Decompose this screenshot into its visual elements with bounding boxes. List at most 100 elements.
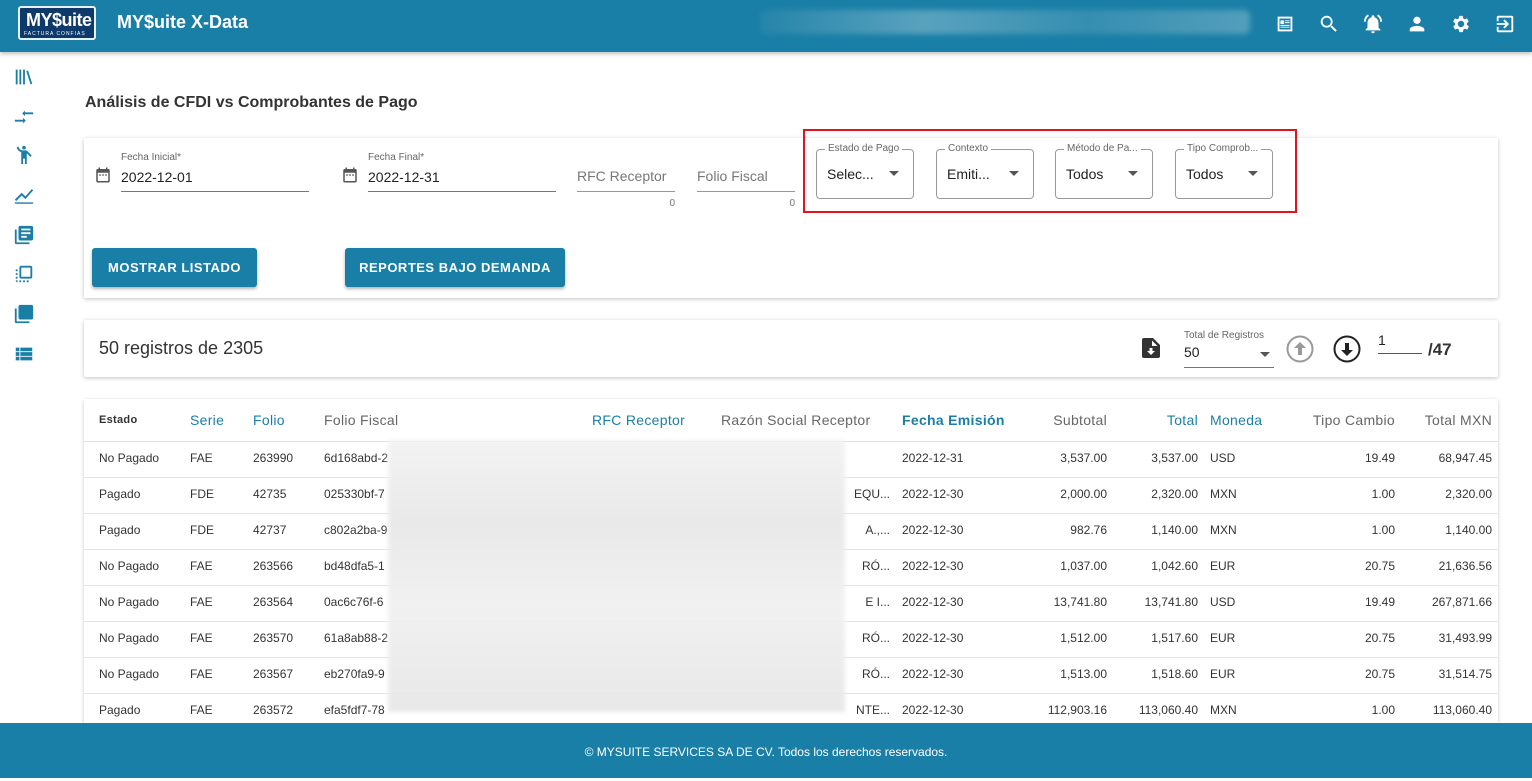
arrow-up-circle-icon[interactable] <box>1286 335 1314 363</box>
cell-fecha-emision: 2022-12-30 <box>896 585 1016 621</box>
col-subtotal[interactable]: Subtotal <box>1016 399 1113 441</box>
cell-estado: No Pagado <box>84 657 184 693</box>
cell-serie: FAE <box>184 441 247 477</box>
table-header-row: Estado Serie Folio Folio Fiscal RFC Rece… <box>84 399 1498 441</box>
fecha-inicial-label: Fecha Inicial* <box>121 152 309 163</box>
cell-fecha-emision: 2022-12-31 <box>896 441 1016 477</box>
cell-subtotal: 982.76 <box>1016 513 1113 549</box>
rfc-receptor-placeholder: RFC Receptor <box>577 168 666 184</box>
cell-total-mxn: 31,514.75 <box>1401 657 1498 693</box>
cell-total: 13,741.80 <box>1113 585 1204 621</box>
cell-fecha-emision: 2022-12-30 <box>896 657 1016 693</box>
col-moneda[interactable]: Moneda <box>1204 399 1288 441</box>
total-registros-label: Total de Registros <box>1184 330 1274 341</box>
col-folio-fiscal[interactable]: Folio Fiscal <box>318 399 586 441</box>
flip-to-front-icon[interactable] <box>13 263 35 285</box>
library-books-icon[interactable] <box>13 224 35 246</box>
person-icon[interactable] <box>13 144 35 166</box>
layers-icon[interactable] <box>13 303 35 325</box>
cell-folio: 263566 <box>247 549 318 585</box>
col-fecha-emision[interactable]: Fecha Emisión <box>896 399 1016 441</box>
gear-icon[interactable] <box>1448 11 1474 37</box>
cell-moneda: EUR <box>1204 657 1288 693</box>
app-title: MY$uite X-Data <box>117 12 248 33</box>
cell-total-mxn: 31,493.99 <box>1401 621 1498 657</box>
swap-arrows-icon[interactable] <box>13 106 35 128</box>
cell-serie: FAE <box>184 621 247 657</box>
cell-serie: FDE <box>184 477 247 513</box>
cell-estado: No Pagado <box>84 621 184 657</box>
blurred-sensitive-data <box>388 440 845 712</box>
news-icon[interactable] <box>1272 11 1298 37</box>
mostrar-listado-button[interactable]: MOSTRAR LISTADO <box>92 248 257 287</box>
cell-folio: 263564 <box>247 585 318 621</box>
reportes-bajo-demanda-button[interactable]: REPORTES BAJO DEMANDA <box>345 248 565 287</box>
col-folio[interactable]: Folio <box>247 399 318 441</box>
cell-fecha-emision: 2022-12-30 <box>896 549 1016 585</box>
cell-estado: No Pagado <box>84 549 184 585</box>
fecha-final-label: Fecha Final* <box>368 152 556 163</box>
cell-folio: 263990 <box>247 441 318 477</box>
col-serie[interactable]: Serie <box>184 399 247 441</box>
fecha-inicial-field[interactable]: Fecha Inicial* 2022-12-01 <box>121 152 309 192</box>
library-icon[interactable] <box>13 66 35 88</box>
cell-moneda: USD <box>1204 585 1288 621</box>
cell-total: 2,320.00 <box>1113 477 1204 513</box>
current-page-input[interactable]: 1 <box>1378 332 1422 354</box>
col-total[interactable]: Total <box>1113 399 1204 441</box>
cell-folio: 42737 <box>247 513 318 549</box>
cell-subtotal: 3,537.00 <box>1016 441 1113 477</box>
cell-total-mxn: 68,947.45 <box>1401 441 1498 477</box>
results-summary-bar: 50 registros de 2305 Total de Registros … <box>84 320 1498 377</box>
search-icon[interactable] <box>1316 11 1342 37</box>
top-app-bar: MY$uite FACTURA CONFIAS MY$uite X-Data <box>0 0 1532 52</box>
cell-subtotal: 2,000.00 <box>1016 477 1113 513</box>
sidebar <box>0 52 46 723</box>
user-icon[interactable] <box>1404 11 1430 37</box>
app-logo[interactable]: MY$uite FACTURA CONFIAS <box>18 6 96 40</box>
notification-bell-icon[interactable] <box>1360 11 1386 37</box>
cell-serie: FAE <box>184 585 247 621</box>
cell-folio: 263567 <box>247 657 318 693</box>
calendar-icon[interactable] <box>341 166 359 184</box>
cell-subtotal: 1,513.00 <box>1016 657 1113 693</box>
cell-estado: Pagado <box>84 513 184 549</box>
cell-tipo-cambio: 1.00 <box>1288 513 1401 549</box>
col-razon-social[interactable]: Razón Social Receptor <box>715 399 896 441</box>
col-estado[interactable]: Estado <box>84 399 184 441</box>
folio-fiscal-counter: 0 <box>789 198 795 209</box>
footer: © MYSUITE SERVICES SA DE CV. Todos los d… <box>0 723 1532 778</box>
fecha-final-field[interactable]: Fecha Final* 2022-12-31 <box>368 152 556 192</box>
fecha-inicial-value[interactable]: 2022-12-01 <box>121 169 309 185</box>
header-actions <box>1272 11 1518 37</box>
cell-estado: No Pagado <box>84 441 184 477</box>
cell-total-mxn: 267,871.66 <box>1401 585 1498 621</box>
list-icon[interactable] <box>13 343 35 365</box>
col-total-mxn[interactable]: Total MXN <box>1401 399 1498 441</box>
cell-tipo-cambio: 20.75 <box>1288 657 1401 693</box>
user-info-blurred <box>760 10 1250 34</box>
cell-estado: No Pagado <box>84 585 184 621</box>
line-chart-icon[interactable] <box>13 184 35 206</box>
rfc-receptor-input[interactable]: RFC Receptor 0 <box>577 168 675 192</box>
cell-fecha-emision: 2022-12-30 <box>896 477 1016 513</box>
cell-total-mxn: 2,320.00 <box>1401 477 1498 513</box>
folio-fiscal-input[interactable]: Folio Fiscal 0 <box>697 168 795 192</box>
export-file-icon[interactable] <box>1141 337 1161 359</box>
col-tipo-cambio[interactable]: Tipo Cambio <box>1288 399 1401 441</box>
col-rfc-receptor[interactable]: RFC Receptor <box>586 399 715 441</box>
cell-tipo-cambio: 20.75 <box>1288 549 1401 585</box>
records-per-page-select[interactable]: Total de Registros 50 <box>1184 330 1274 368</box>
arrow-down-circle-icon[interactable] <box>1333 335 1361 363</box>
folio-fiscal-placeholder: Folio Fiscal <box>697 168 768 184</box>
cell-total: 1,518.60 <box>1113 657 1204 693</box>
total-pages: /47 <box>1428 340 1452 360</box>
rfc-receptor-counter: 0 <box>669 198 675 209</box>
logo-tagline: FACTURA CONFIAS <box>24 31 86 37</box>
calendar-icon[interactable] <box>94 166 112 184</box>
cell-total: 3,537.00 <box>1113 441 1204 477</box>
fecha-final-value[interactable]: 2022-12-31 <box>368 169 556 185</box>
logout-icon[interactable] <box>1492 11 1518 37</box>
cell-total: 1,140.00 <box>1113 513 1204 549</box>
dropdown-arrow-icon <box>1260 352 1270 357</box>
